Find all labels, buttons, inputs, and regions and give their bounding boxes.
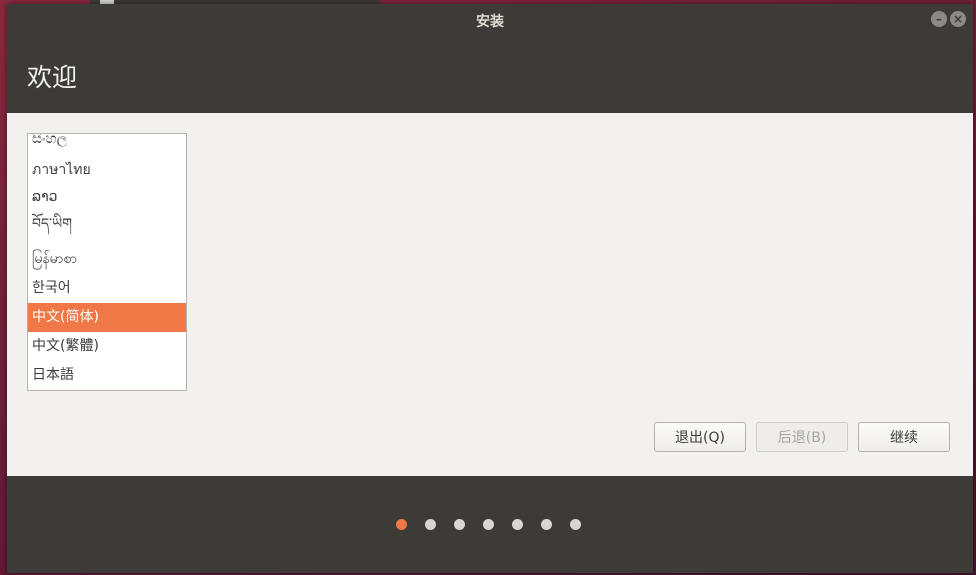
page-header: 欢迎 — [7, 34, 973, 113]
page-title: 欢迎 — [27, 63, 78, 92]
list-item-lao[interactable]: ລາວ — [28, 183, 186, 212]
quit-button[interactable]: 退出(Q) — [654, 422, 746, 452]
list-item-korean[interactable]: 한국어 — [28, 274, 186, 303]
progress-footer — [7, 476, 973, 573]
installer-window: 安装 – × 欢迎 සිංහල ภาษาไทย ລາວ བོད་ཡིག မြန်… — [7, 4, 973, 573]
main-content: සිංහල ภาษาไทย ລາວ བོད་ཡིག မြန်မာစာ 한국어 中… — [7, 113, 973, 476]
title-bar[interactable]: 安装 – × — [7, 4, 973, 34]
list-item-tibetan[interactable]: བོད་ཡིག — [28, 210, 186, 239]
continue-button[interactable]: 继续 — [858, 422, 950, 452]
list-item-sinhala[interactable]: සිංහල — [28, 134, 186, 154]
list-item-thai[interactable]: ภาษาไทย — [28, 156, 186, 185]
progress-dot-2 — [425, 519, 436, 530]
progress-dot-6 — [541, 519, 552, 530]
progress-dot-4 — [483, 519, 494, 530]
list-item-chinese-simplified[interactable]: 中文(简体) — [28, 303, 186, 332]
progress-dot-3 — [454, 519, 465, 530]
list-item-burmese[interactable]: မြန်မာစာ — [28, 245, 186, 274]
list-item-chinese-traditional[interactable]: 中文(繁體) — [28, 332, 186, 361]
progress-dot-7 — [570, 519, 581, 530]
minimize-icon[interactable]: – — [931, 11, 947, 27]
language-list[interactable]: සිංහල ภาษาไทย ລາວ བོད་ཡིག မြန်မာစာ 한국어 中… — [27, 133, 187, 391]
back-button[interactable]: 后退(B) — [756, 422, 848, 452]
close-icon[interactable]: × — [950, 11, 966, 27]
list-item-japanese[interactable]: 日本語 — [28, 361, 186, 390]
window-title: 安装 — [476, 14, 504, 30]
progress-dot-5 — [512, 519, 523, 530]
progress-dot-1 — [396, 519, 407, 530]
